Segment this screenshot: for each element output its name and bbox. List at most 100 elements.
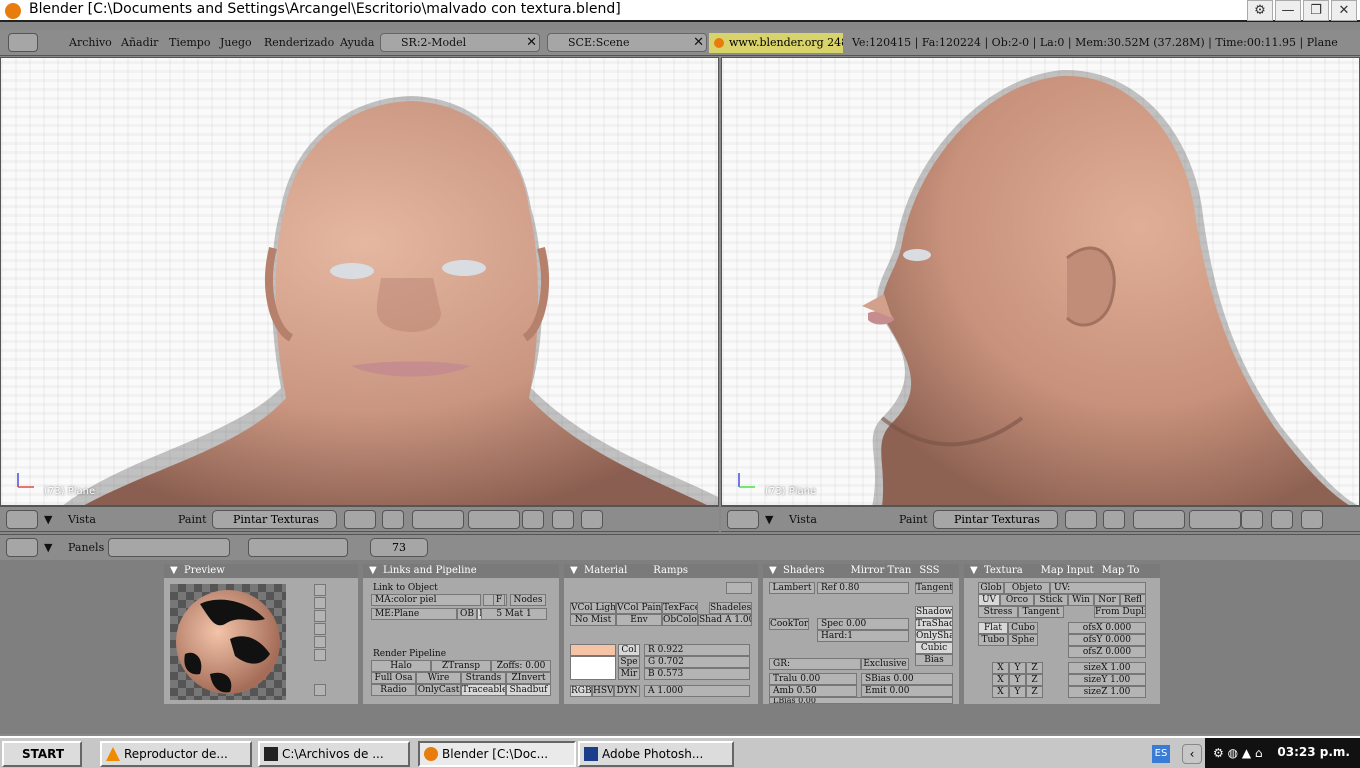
collapse-icon[interactable]: ▼ (970, 564, 978, 578)
menu-vista[interactable]: Vista (68, 513, 96, 526)
shadeless-button[interactable]: Shadeless (709, 602, 752, 614)
spec-shader-select[interactable]: CookTorr (769, 618, 809, 630)
task-blender[interactable]: Blender [C:\Doc... (418, 741, 576, 767)
exclusive-button[interactable]: Exclusive (861, 658, 909, 670)
shadow-button[interactable]: Shadow (915, 606, 953, 618)
menu-anadir[interactable]: Añadir (121, 36, 158, 49)
mode-selector[interactable]: Pintar Texturas (212, 510, 337, 529)
clock[interactable]: 03:23 p.m. (1277, 745, 1350, 759)
hsv-mode-button[interactable]: HSV (592, 685, 614, 697)
collapse-header-icon[interactable]: ▼ (44, 513, 52, 526)
viewport-front[interactable]: z x (73) Plane (0, 57, 719, 506)
uv-button[interactable]: UV (978, 594, 1000, 606)
vcol-light-button[interactable]: VCol Light (570, 602, 616, 614)
from-dupli-button[interactable]: From Dupli (1094, 606, 1146, 618)
tangent-coord-button[interactable]: Tangent (1018, 606, 1064, 618)
preview-sphere-icon[interactable] (314, 597, 326, 609)
spe-button[interactable]: Spe (618, 656, 640, 668)
menu-vista[interactable]: Vista (789, 513, 817, 526)
map-y-x[interactable]: X (992, 674, 1009, 686)
render-image-icon[interactable] (581, 510, 603, 529)
copy-paste-icon[interactable] (726, 582, 752, 594)
tab-material[interactable]: Material (584, 565, 627, 576)
stress-button[interactable]: Stress (978, 606, 1018, 618)
glob-button[interactable]: Glob (978, 582, 1004, 594)
ofsy-field[interactable]: ofsY 0.000 (1068, 634, 1146, 646)
preview-tab[interactable]: ▼ Preview (164, 564, 358, 578)
links-tab[interactable]: ▼ Links and Pipeline (363, 564, 559, 578)
collapse-icon[interactable]: ▼ (170, 564, 178, 578)
material-index-field[interactable]: 5 Mat 1 (481, 608, 547, 620)
cubo-button[interactable]: Cubo (1008, 622, 1038, 634)
map-y-z[interactable]: Z (1026, 674, 1043, 686)
green-slider[interactable]: G 0.702 (644, 656, 750, 668)
lbias-slider[interactable]: LBias 0.00 (769, 697, 953, 704)
no-mist-button[interactable]: No Mist (570, 614, 616, 626)
shad-alpha-field[interactable]: Shad A 1.00 (698, 614, 752, 626)
menu-tiempo[interactable]: Tiempo (169, 36, 210, 49)
win-button[interactable]: Win (1068, 594, 1094, 606)
strands-button[interactable]: Strands (461, 672, 506, 684)
task-photoshop[interactable]: Adobe Photosh... (578, 741, 734, 767)
dyn-mode-button[interactable]: DYN (614, 685, 640, 697)
onlyshadow-button[interactable]: OnlySha (915, 630, 953, 642)
tab-map-input[interactable]: Map Input (1041, 565, 1094, 576)
sizex-field[interactable]: sizeX 1.00 (1068, 662, 1146, 674)
preview-monkey-icon[interactable] (314, 623, 326, 635)
tab-sss[interactable]: SSS (919, 565, 939, 576)
menu-renderizado[interactable]: Renderizado (264, 36, 334, 49)
refl-button[interactable]: Refl (1120, 594, 1146, 606)
col-button[interactable]: Col (618, 644, 640, 656)
env-button[interactable]: Env (616, 614, 662, 626)
amb-slider[interactable]: Amb 0.50 (769, 685, 857, 697)
layers-group-1[interactable] (412, 510, 464, 529)
window-type-icon[interactable] (6, 538, 38, 557)
map-y-y[interactable]: Y (1009, 674, 1026, 686)
scene-selector[interactable]: SCE:Scene ✕ (547, 33, 707, 52)
preview-flat-icon[interactable] (314, 584, 326, 596)
radio-button[interactable]: Radio (371, 684, 416, 696)
texface-button[interactable]: TexFace (662, 602, 698, 614)
collapse-icon[interactable]: ▼ (769, 564, 777, 578)
delete-scene-icon[interactable]: ✕ (693, 35, 704, 50)
vcol-paint-button[interactable]: VCol Paint (616, 602, 662, 614)
maximize-button[interactable]: ❐ (1303, 0, 1329, 21)
map-x-x[interactable]: X (992, 662, 1009, 674)
trashad-button[interactable]: TraShad (915, 618, 953, 630)
wire-button[interactable]: Wire (416, 672, 461, 684)
minimize-button[interactable]: — (1275, 0, 1301, 21)
rgb-mode-button[interactable]: RGB (570, 685, 592, 697)
sbias-slider[interactable]: SBias 0.00 (861, 673, 953, 685)
nor-button[interactable]: Nor (1094, 594, 1120, 606)
emit-slider[interactable]: Emit 0.00 (861, 685, 953, 697)
layers-group-1[interactable] (1133, 510, 1185, 529)
preview-sky-icon[interactable] (314, 649, 326, 661)
ofsz-field[interactable]: ofsZ 0.000 (1068, 646, 1146, 658)
fullosa-button[interactable]: Full Osa (371, 672, 416, 684)
render-image-icon[interactable] (1301, 510, 1323, 529)
material-name-field[interactable]: MA:color piel (371, 594, 481, 606)
collapse-header-icon[interactable]: ▼ (44, 541, 52, 554)
hard-slider[interactable]: Hard:1 (817, 630, 909, 642)
menu-ayuda[interactable]: Ayuda (340, 36, 374, 49)
map-z-y[interactable]: Y (1009, 686, 1026, 698)
layers-group-2[interactable] (1189, 510, 1241, 529)
lock-icon[interactable] (1241, 510, 1263, 529)
shadbuf-button[interactable]: Shadbuf (506, 684, 551, 696)
frame-number-field[interactable]: 73 (370, 538, 428, 557)
menu-archivo[interactable]: Archivo (69, 36, 112, 49)
orco-button[interactable]: Orco (1000, 594, 1034, 606)
tab-shaders[interactable]: Shaders (783, 565, 824, 576)
collapse-icon[interactable]: ▼ (570, 564, 578, 578)
zoffs-field[interactable]: Zoffs: 0.00 (491, 660, 551, 672)
shading-context-buttons[interactable] (248, 538, 348, 557)
mir-button[interactable]: Mir (618, 668, 640, 680)
nodes-button[interactable]: Nodes (510, 594, 546, 606)
sizey-field[interactable]: sizeY 1.00 (1068, 674, 1146, 686)
collapse-header-icon[interactable]: ▼ (765, 513, 773, 526)
shading-icon[interactable] (1065, 510, 1097, 529)
obcolor-button[interactable]: ObColor (662, 614, 698, 626)
link-ob-button[interactable]: OB (457, 608, 477, 620)
info-window-type-icon[interactable] (8, 33, 38, 52)
tray-expand-icon[interactable]: ‹ (1182, 744, 1202, 764)
